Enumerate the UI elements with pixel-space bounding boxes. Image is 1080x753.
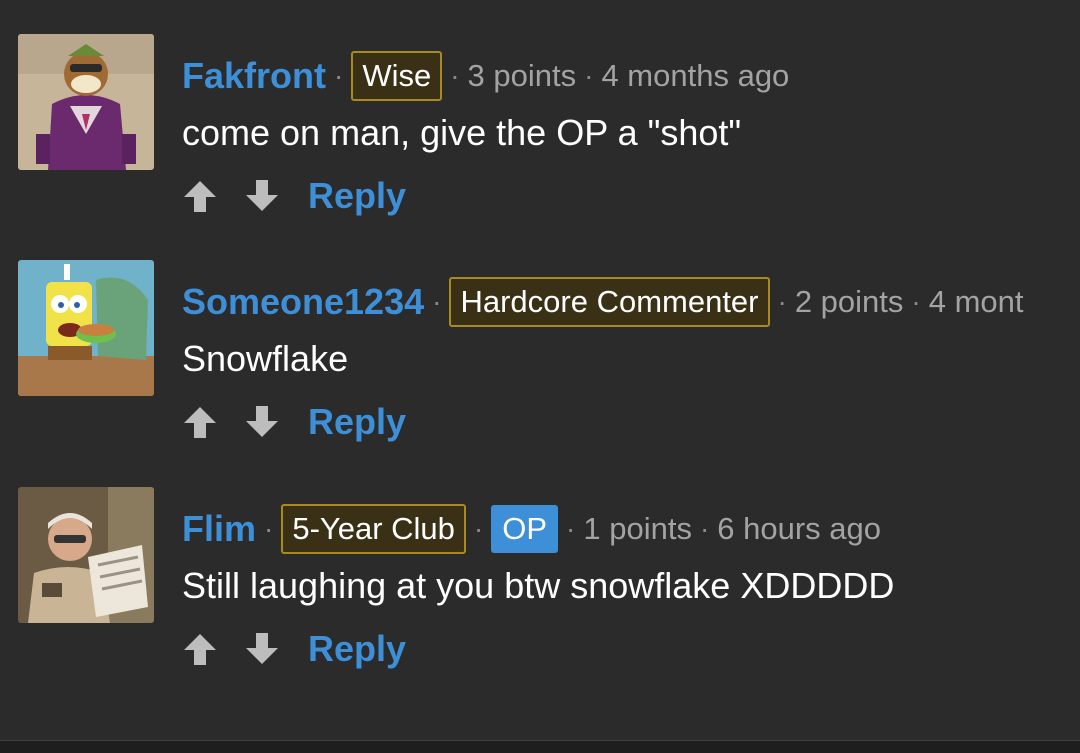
separator: ·	[264, 513, 274, 544]
timestamp: 6 hours ago	[717, 511, 882, 546]
flair-badge: Wise	[351, 51, 443, 101]
reply-button[interactable]: Reply	[308, 401, 406, 443]
op-badge: OP	[491, 505, 559, 553]
comment-thread: Fakfront · Wise · 3 points · 4 months ag…	[0, 0, 1080, 753]
comment-meta: Fakfront · Wise · 3 points · 4 months ag…	[182, 48, 789, 104]
username[interactable]: Fakfront	[182, 55, 326, 97]
separator: ·	[911, 286, 921, 317]
separator: ·	[777, 286, 787, 317]
arrow-up-icon[interactable]	[180, 402, 220, 442]
timestamp: 4 mont	[928, 284, 1024, 319]
arrow-down-icon[interactable]	[242, 176, 282, 216]
points-count: 3 points	[467, 58, 577, 93]
avatar[interactable]	[18, 34, 154, 170]
separator: ·	[473, 513, 484, 544]
flair-badge: 5-Year Club	[281, 504, 466, 554]
comment-meta: Someone1234 · Hardcore Commenter · 2 poi…	[182, 274, 1024, 330]
arrow-up-icon[interactable]	[180, 176, 220, 216]
avatar[interactable]	[18, 260, 154, 396]
separator: ·	[584, 60, 594, 91]
comment: Someone1234 · Hardcore Commenter · 2 poi…	[0, 260, 1080, 460]
flair-badge: Hardcore Commenter	[449, 277, 770, 327]
comment: Fakfront · Wise · 3 points · 4 months ag…	[0, 34, 1080, 234]
separator: ·	[432, 286, 442, 317]
comment-text: come on man, give the OP a "shot"	[182, 112, 742, 153]
reply-button[interactable]: Reply	[308, 175, 406, 217]
comment-meta: Flim · 5-Year Club · OP · 1 points · 6 h…	[182, 501, 881, 557]
avatar[interactable]	[18, 487, 154, 623]
comment-actions: Reply	[180, 168, 406, 224]
separator: ·	[566, 513, 576, 544]
reply-button[interactable]: Reply	[308, 628, 406, 670]
arrow-down-icon[interactable]	[242, 629, 282, 669]
comment-text: Snowflake	[182, 338, 349, 379]
username[interactable]: Someone1234	[182, 281, 424, 323]
comment-text: Still laughing at you btw snowflake XDDD…	[182, 565, 895, 606]
points-count: 2 points	[794, 284, 904, 319]
points-count: 1 points	[583, 511, 692, 546]
arrow-up-icon[interactable]	[180, 629, 220, 669]
comment: Flim · 5-Year Club · OP · 1 points · 6 h…	[0, 487, 1080, 687]
separator: ·	[334, 60, 344, 91]
comment-actions: Reply	[180, 621, 406, 677]
username[interactable]: Flim	[182, 508, 256, 550]
separator: ·	[699, 513, 710, 544]
separator: ·	[450, 60, 460, 91]
bottom-bar	[0, 740, 1080, 753]
timestamp: 4 months ago	[601, 58, 790, 93]
comment-actions: Reply	[180, 394, 406, 450]
arrow-down-icon[interactable]	[242, 402, 282, 442]
